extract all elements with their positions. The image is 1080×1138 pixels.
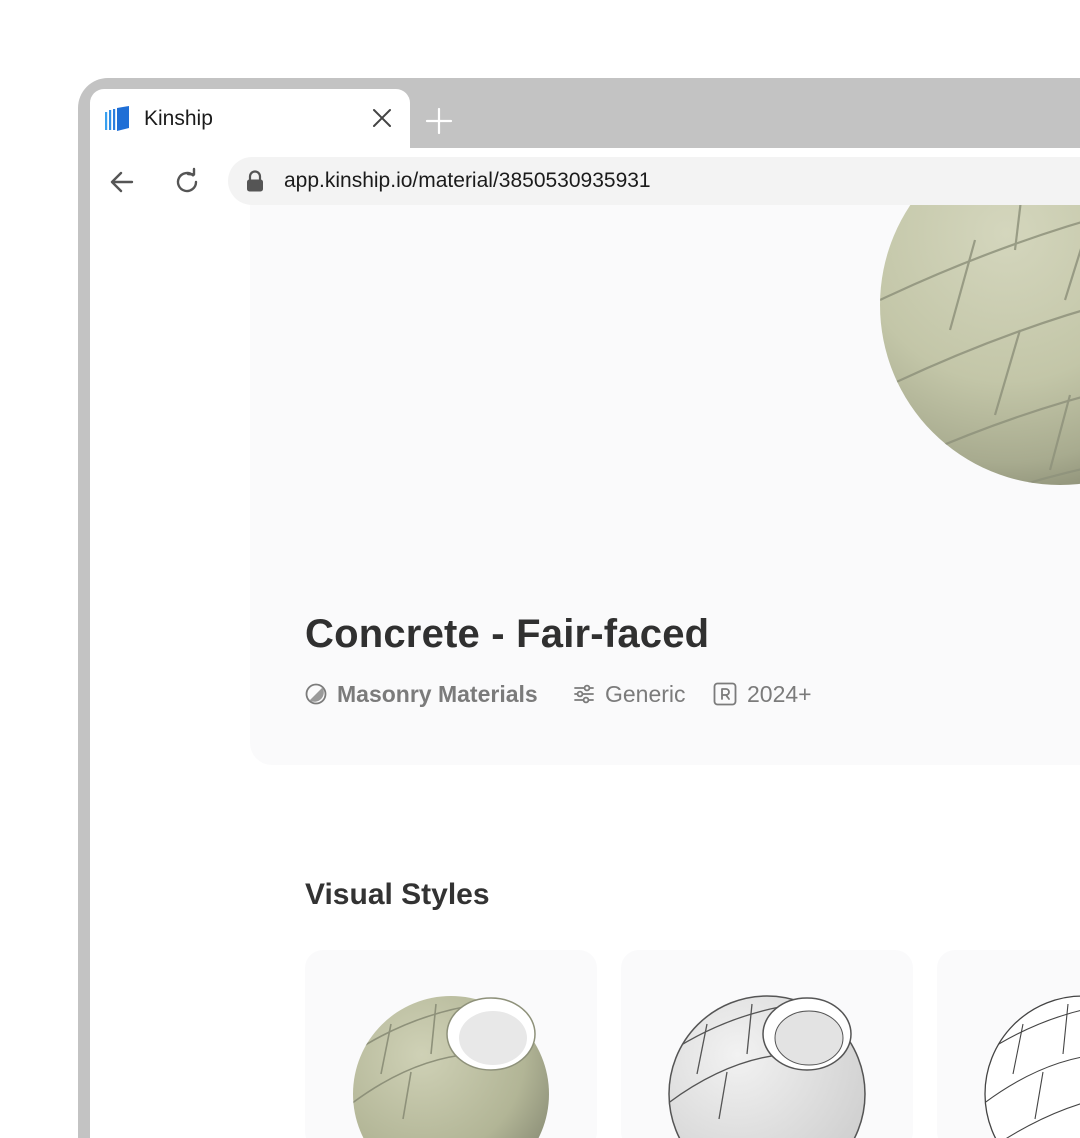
material-preview-sphere [880,205,1080,485]
visual-styles-title: Visual Styles [305,878,490,911]
material-category[interactable]: Masonry Materials [305,679,538,709]
arrow-left-icon[interactable] [107,167,137,197]
tab-title: Kinship [144,107,213,130]
address-bar[interactable]: app.kinship.io/material/3850530935931 [228,157,1080,205]
browser-content: app.kinship.io/material/3850530935931 Co… [90,148,1080,1138]
plus-icon[interactable] [424,106,454,136]
material-version-label: 2024+ [747,680,812,707]
material-type-label: Generic [605,680,686,707]
browser-window: Kinship app.kinship.io/material/38505309… [78,78,1080,1138]
close-icon[interactable] [369,105,395,131]
material-category-label: Masonry Materials [337,680,538,707]
reload-icon[interactable] [172,167,202,197]
revit-r-icon [713,682,737,706]
shaded-sphere-preview [668,995,866,1138]
material-hero-card: Concrete - Fair-faced Masonry Materials [250,205,1080,765]
material-type: Generic [573,679,686,709]
material-version: 2024+ [713,679,812,709]
material-title: Concrete - Fair-faced [305,612,710,656]
wireframe-sphere-preview [984,995,1080,1138]
sliders-icon [574,684,594,704]
visual-style-card-realistic[interactable] [305,950,597,1138]
lock-icon [247,170,263,192]
visual-style-card-wireframe[interactable] [937,950,1080,1138]
url-text[interactable]: app.kinship.io/material/3850530935931 [284,169,651,193]
kinship-logo-icon [105,106,129,131]
material-category-icon [305,683,327,705]
visual-style-card-shaded[interactable] [621,950,913,1138]
realistic-sphere-preview [353,996,549,1138]
